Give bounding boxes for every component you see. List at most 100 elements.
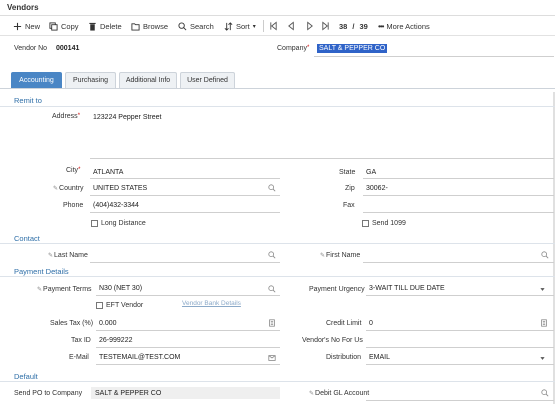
copy-button-label: Copy [61, 21, 79, 31]
company-label-text: Company [277, 45, 307, 52]
chevron-down-icon: ▾ [252, 23, 256, 30]
delete-button[interactable]: Delete [88, 20, 122, 32]
long-distance-label: Long Distance [101, 220, 146, 227]
required-marker: * [77, 113, 81, 119]
send-1099-checkbox[interactable] [362, 220, 369, 227]
browse-button[interactable]: Browse [131, 20, 168, 32]
vendors-no-field-underline [366, 347, 554, 348]
send-po-field: SALT & PEPPER CO [95, 390, 162, 397]
copy-icon [49, 21, 58, 31]
required-marker: * [306, 45, 310, 51]
calculator-icon[interactable] [540, 319, 548, 327]
calculator-icon[interactable] [268, 319, 276, 327]
chevron-down-icon[interactable] [539, 286, 546, 293]
send-po-label: Send PO to Company [14, 390, 83, 397]
debit-gl-label-text: Debit GL Account [315, 390, 370, 397]
payment-terms-field[interactable]: N30 (NET 30) [99, 285, 142, 292]
vendor-bank-details-link[interactable]: Vendor Bank Details [182, 300, 241, 307]
last-name-label-text: Last Name [54, 252, 88, 259]
copy-button[interactable]: Copy [49, 20, 79, 32]
long-distance-checkbox[interactable] [91, 220, 98, 227]
search-icon[interactable] [268, 285, 276, 293]
sort-button[interactable]: Sort ▾ [224, 20, 256, 32]
record-current: 38 [339, 21, 348, 31]
credit-limit-field[interactable]: 0 [369, 320, 373, 327]
delete-button-label: Delete [100, 21, 122, 31]
window-title: Vendors [7, 3, 39, 12]
tab-bar-divider [0, 88, 555, 89]
eft-vendor-checkbox[interactable] [96, 302, 103, 309]
trash-icon [89, 22, 96, 31]
section-default: Default [14, 372, 38, 381]
chevron-down-icon[interactable] [539, 355, 546, 362]
city-label-text: City [66, 167, 79, 174]
vendor-no-label: Vendor No [14, 45, 48, 52]
first-record-icon[interactable] [269, 21, 278, 31]
distribution-select[interactable]: EMAIL [369, 354, 390, 361]
tab-accounting[interactable]: Accounting [11, 72, 62, 88]
state-field[interactable]: GA [366, 169, 376, 176]
search-button[interactable]: Search [178, 20, 214, 32]
address-label-text: Address [52, 113, 78, 120]
folder-icon [131, 22, 140, 31]
tax-id-field-underline [96, 347, 280, 348]
record-counter: 38 / 39 [339, 20, 368, 32]
section-divider [0, 276, 555, 277]
search-icon[interactable] [268, 251, 276, 259]
sort-button-label: Sort [236, 21, 250, 31]
more-actions-button[interactable]: ••• More Actions [378, 20, 430, 32]
tab-user-defined[interactable]: User Defined [180, 72, 235, 88]
first-name-label: ✎First Name [320, 252, 360, 259]
zip-field[interactable]: 30062- [366, 185, 388, 192]
first-name-field-underline [363, 262, 554, 263]
required-marker: * [78, 167, 81, 173]
plus-icon [13, 22, 22, 30]
company-field[interactable]: SALT & PEPPER CO [317, 44, 388, 53]
vendor-no-value: 000141 [56, 45, 80, 52]
search-icon[interactable] [268, 184, 276, 192]
new-button[interactable]: New [13, 20, 40, 32]
last-record-icon[interactable] [321, 21, 330, 31]
phone-field[interactable]: (404)432-3344 [93, 202, 139, 209]
browse-button-label: Browse [143, 21, 169, 31]
state-label: State [339, 169, 356, 176]
toolbar-divider [263, 20, 264, 32]
tab-purchasing[interactable]: Purchasing [65, 72, 116, 88]
zip-label: Zip [345, 185, 355, 192]
country-field[interactable]: UNITED STATES [93, 185, 147, 192]
search-icon[interactable] [541, 389, 549, 397]
payment-urgency-select[interactable]: 3-WAIT TILL DUE DATE [369, 285, 445, 292]
section-divider [0, 106, 555, 107]
address-label: Address* [52, 113, 80, 120]
search-button-label: Search [190, 21, 214, 31]
last-name-field-underline [90, 262, 280, 263]
envelope-icon[interactable] [268, 354, 276, 362]
next-record-icon[interactable] [305, 21, 314, 31]
vendors-no-label: Vendor's No For Us [302, 337, 363, 344]
previous-record-icon[interactable] [287, 21, 296, 31]
email-field-underline [96, 364, 280, 365]
address-field-underline [90, 158, 554, 159]
section-payment-details: Payment Details [14, 267, 69, 276]
last-name-label: ✎Last Name [48, 252, 88, 259]
address-field[interactable]: 123224 Pepper Street [93, 114, 162, 121]
sales-tax-field[interactable]: 0.000 [99, 320, 117, 327]
state-field-underline [363, 178, 554, 179]
tax-id-field[interactable]: 26-999222 [99, 337, 132, 344]
city-field[interactable]: ATLANTA [93, 169, 123, 176]
distribution-label: Distribution [326, 354, 362, 361]
link-icon: ✎ [309, 391, 315, 397]
more-actions-label: More Actions [386, 21, 430, 31]
section-divider [0, 381, 555, 382]
tab-additional-info[interactable]: Additional Info [119, 72, 177, 88]
sort-icon [224, 21, 233, 31]
debit-gl-field-underline [366, 400, 554, 401]
link-icon: ✎ [37, 287, 43, 293]
email-field[interactable]: TESTEMAIL@TEST.COM [99, 354, 180, 361]
country-label: ✎Country [53, 185, 84, 192]
send-1099-label: Send 1099 [372, 220, 406, 227]
payment-terms-label: ✎Payment Terms [37, 286, 92, 293]
new-button-label: New [25, 21, 41, 31]
sales-tax-field-underline [96, 330, 280, 331]
search-icon[interactable] [541, 251, 549, 259]
